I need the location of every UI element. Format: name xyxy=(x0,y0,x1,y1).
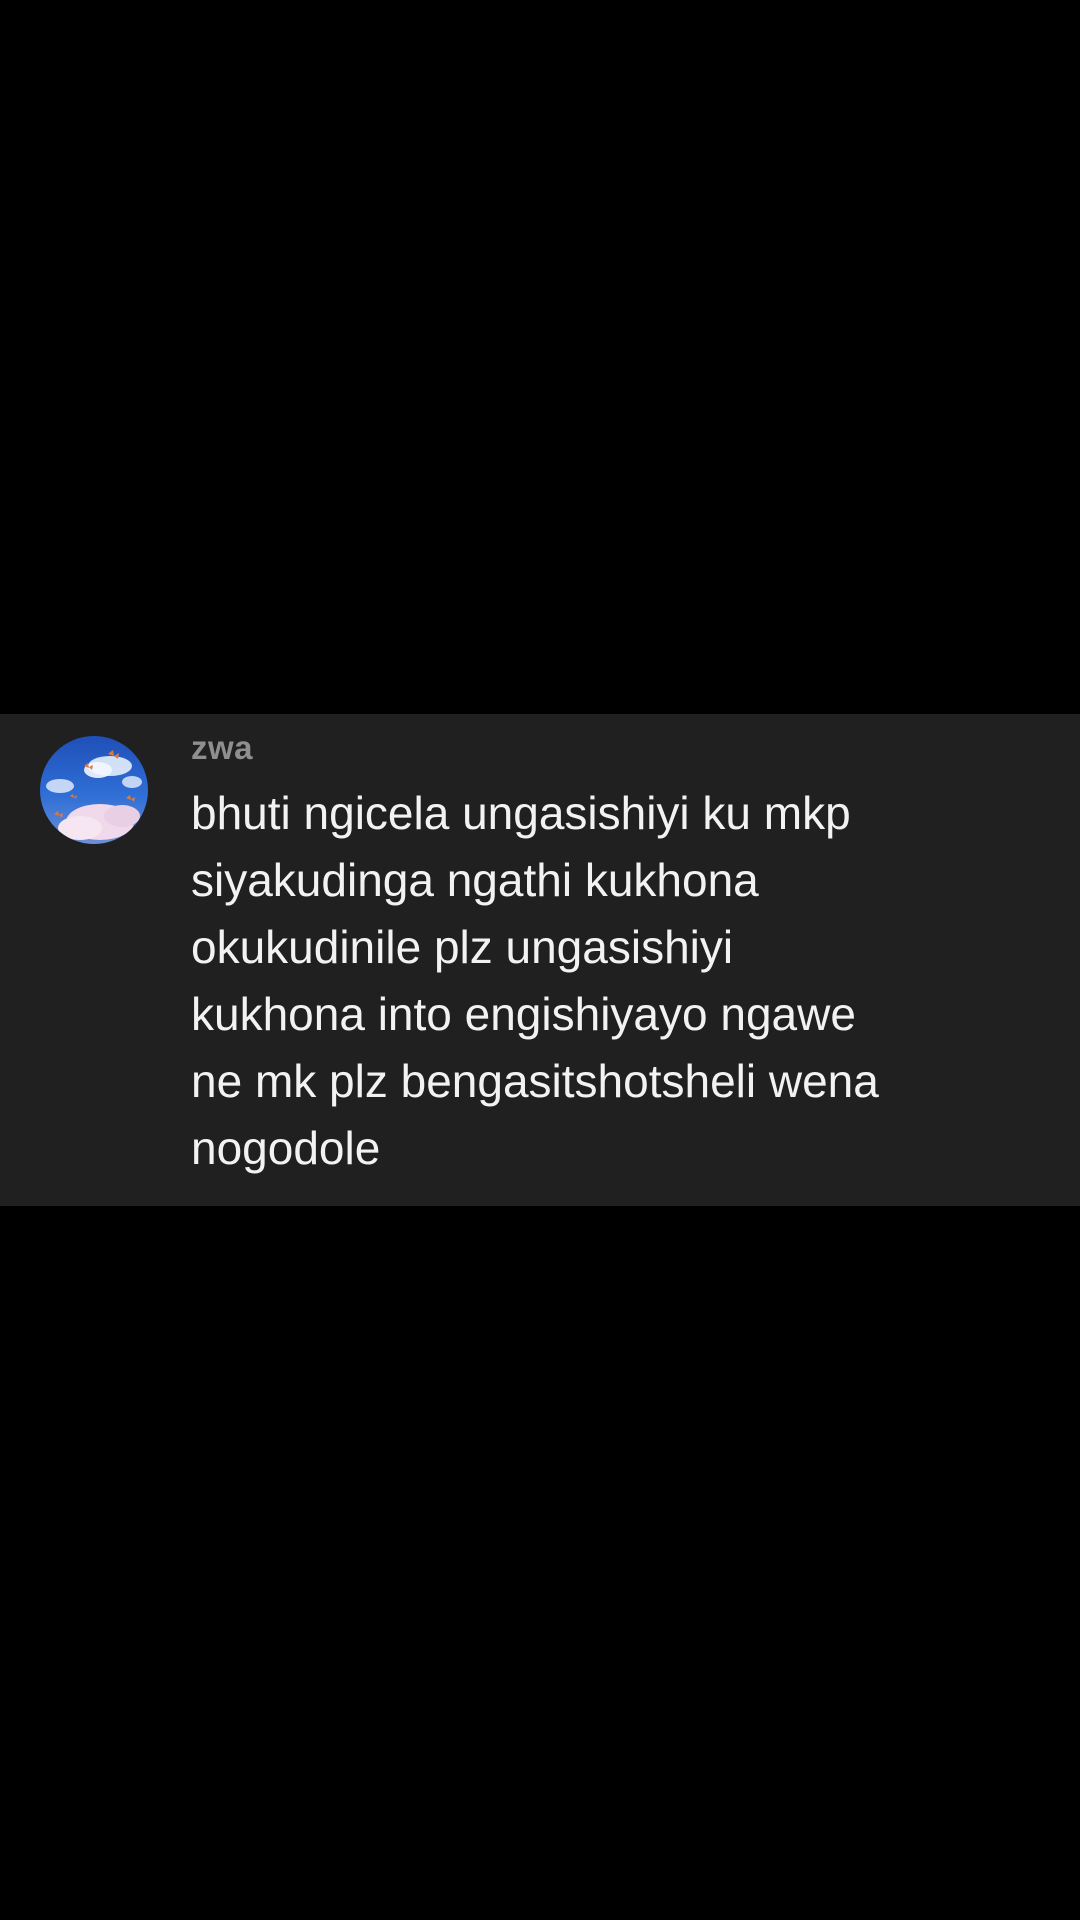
comment-text-line: bhuti ngicela ungasishiyi ku mkp xyxy=(191,787,851,839)
comment-username[interactable]: zwa xyxy=(191,728,253,768)
avatar[interactable] xyxy=(40,736,148,844)
sky-clouds-avatar-image xyxy=(40,736,148,844)
comment-text-line: nogodole xyxy=(191,1122,381,1174)
comment-text-line: kukhona into engishiyayo ngawe xyxy=(191,988,856,1040)
comment-card: zwa bhuti ngicela ungasishiyi ku mkp siy… xyxy=(0,714,1080,1206)
comment-text: bhuti ngicela ungasishiyi ku mkp siyakud… xyxy=(191,780,1051,1182)
comment-text-line: ne mk plz bengasitshotsheli wena xyxy=(191,1055,879,1107)
comment-text-line: okukudinile plz ungasishiyi xyxy=(191,921,734,973)
comment-text-line: siyakudinga ngathi kukhona xyxy=(191,854,759,906)
